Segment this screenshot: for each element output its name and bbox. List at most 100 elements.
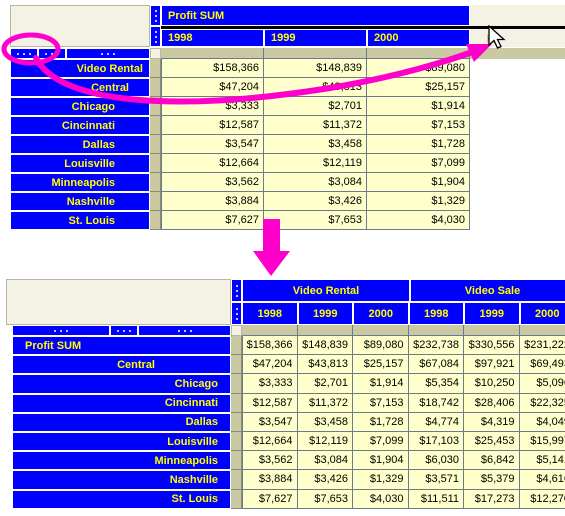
after-data-cell[interactable]: $7,153: [353, 393, 409, 413]
before-row-handle-segment-3[interactable]: [66, 48, 150, 59]
after-data-cell[interactable]: $1,329: [353, 470, 409, 490]
after-data-cell[interactable]: $11,511: [408, 489, 464, 509]
after-year-header-4[interactable]: 1999: [464, 302, 520, 325]
after-row-label-st-louis[interactable]: St. Louis: [12, 489, 231, 509]
before-row-label-dallas[interactable]: Dallas: [10, 135, 150, 154]
before-data-cell[interactable]: $1,728: [367, 135, 470, 154]
before-row-label-cincinnati[interactable]: Cincinnati: [10, 116, 150, 135]
after-row-label-nashville[interactable]: Nashville: [12, 470, 231, 490]
after-data-cell[interactable]: $6,842: [464, 451, 520, 471]
before-data-cell[interactable]: $11,372: [264, 116, 367, 135]
after-data-cell[interactable]: $4,774: [408, 412, 464, 432]
after-data-cell[interactable]: $3,562: [242, 451, 298, 471]
after-data-cell[interactable]: $232,738: [408, 336, 464, 356]
after-data-cell[interactable]: $3,333: [242, 374, 298, 394]
before-year-row-handle[interactable]: [150, 26, 161, 47]
after-row-label-dallas[interactable]: Dallas: [12, 412, 231, 432]
after-data-cell[interactable]: $7,653: [297, 489, 353, 509]
after-row-label-chicago[interactable]: Chicago: [12, 374, 231, 394]
before-measure-row-handle[interactable]: [150, 5, 161, 26]
before-data-cell[interactable]: $43,813: [264, 78, 367, 97]
after-data-cell[interactable]: $5,379: [464, 470, 520, 490]
after-data-cell[interactable]: $28,406: [464, 393, 520, 413]
after-data-cell[interactable]: $11,372: [297, 393, 353, 413]
before-row-label-central[interactable]: Central: [10, 78, 150, 97]
after-data-cell[interactable]: $18,742: [408, 393, 464, 413]
after-row-label-central[interactable]: Central: [12, 355, 231, 375]
after-data-cell[interactable]: $12,270: [519, 489, 565, 509]
after-data-cell[interactable]: $67,084: [408, 355, 464, 375]
after-data-cell[interactable]: $3,547: [242, 412, 298, 432]
before-row-handle-segment-1[interactable]: [10, 48, 38, 59]
after-data-cell[interactable]: $69,493: [519, 355, 565, 375]
before-data-cell[interactable]: $7,653: [264, 211, 367, 230]
before-data-cell[interactable]: $148,839: [264, 59, 367, 78]
before-data-cell[interactable]: $3,547: [161, 135, 264, 154]
after-column-group-video-sale[interactable]: Video Sale: [410, 279, 565, 302]
after-data-cell[interactable]: $15,997: [519, 432, 565, 452]
before-data-cell[interactable]: $3,562: [161, 173, 264, 192]
after-data-cell[interactable]: $1,728: [353, 412, 409, 432]
before-pivot-table[interactable]: Profit SUM 1998 1999 2000 Video Rental $1…: [10, 5, 565, 240]
before-row-handle-segment-2[interactable]: [38, 48, 66, 59]
before-data-cell[interactable]: $12,664: [161, 154, 264, 173]
after-column-group-video-rental[interactable]: Video Rental: [242, 279, 410, 302]
after-data-cell[interactable]: $231,222: [519, 336, 565, 356]
before-year-header-1999[interactable]: 1999: [264, 29, 367, 47]
after-data-cell[interactable]: $4,319: [464, 412, 520, 432]
after-data-cell[interactable]: $1,904: [353, 451, 409, 471]
after-data-cell[interactable]: $97,921: [464, 355, 520, 375]
after-data-cell[interactable]: $43,813: [297, 355, 353, 375]
before-data-cell[interactable]: $158,366: [161, 59, 264, 78]
after-data-cell[interactable]: $47,204: [242, 355, 298, 375]
after-data-cell[interactable]: $4,030: [353, 489, 409, 509]
after-pivot-table[interactable]: Video Rental Video Sale 1998 1999 2000 1998…: [6, 279, 565, 516]
before-data-cell[interactable]: $3,426: [264, 192, 367, 211]
after-data-cell[interactable]: $25,453: [464, 432, 520, 452]
before-data-cell[interactable]: $3,084: [264, 173, 367, 192]
before-row-label-chicago[interactable]: Chicago: [10, 97, 150, 116]
before-data-cell[interactable]: $7,099: [367, 154, 470, 173]
after-data-cell[interactable]: $25,157: [353, 355, 409, 375]
after-data-cell[interactable]: $3,458: [297, 412, 353, 432]
before-data-cell[interactable]: $89,080: [367, 59, 470, 78]
before-data-cell[interactable]: $47,204: [161, 78, 264, 97]
after-data-cell[interactable]: $3,084: [297, 451, 353, 471]
before-data-cell[interactable]: $4,030: [367, 211, 470, 230]
after-year-header-0[interactable]: 1998: [242, 302, 298, 325]
after-data-cell[interactable]: $1,914: [353, 374, 409, 394]
after-row-handle-segment-2[interactable]: [110, 325, 138, 336]
before-year-header-2000[interactable]: 2000: [367, 29, 470, 47]
before-data-cell[interactable]: $3,458: [264, 135, 367, 154]
after-row-label-profit-sum[interactable]: Profit SUM: [12, 336, 231, 356]
before-data-cell[interactable]: $1,914: [367, 97, 470, 116]
after-data-cell[interactable]: $330,556: [464, 336, 520, 356]
before-data-cell[interactable]: $12,119: [264, 154, 367, 173]
before-measure-header[interactable]: Profit SUM: [161, 5, 470, 26]
after-data-cell[interactable]: $17,273: [464, 489, 520, 509]
before-data-cell[interactable]: $7,627: [161, 211, 264, 230]
after-row-label-louisville[interactable]: Louisville: [12, 432, 231, 452]
before-year-header-1998[interactable]: 1998: [161, 29, 264, 47]
after-data-cell[interactable]: $5,354: [408, 374, 464, 394]
after-year-row-handle[interactable]: [231, 302, 242, 325]
after-row-label-minneapolis[interactable]: Minneapolis: [12, 451, 231, 471]
after-year-header-2[interactable]: 2000: [353, 302, 409, 325]
after-data-cell[interactable]: $10,250: [464, 374, 520, 394]
after-data-cell[interactable]: $89,080: [353, 336, 409, 356]
after-year-header-1[interactable]: 1999: [297, 302, 353, 325]
before-row-label-video-rental[interactable]: Video Rental: [10, 59, 150, 78]
after-data-cell[interactable]: $5,141: [519, 451, 565, 471]
after-data-cell[interactable]: $7,099: [353, 432, 409, 452]
after-data-cell[interactable]: $4,049: [519, 412, 565, 432]
before-row-label-nashville[interactable]: Nashville: [10, 192, 150, 211]
before-row-label-minneapolis[interactable]: Minneapolis: [10, 173, 150, 192]
after-data-cell[interactable]: $17,103: [408, 432, 464, 452]
after-year-header-3[interactable]: 1998: [408, 302, 464, 325]
after-data-cell[interactable]: $3,426: [297, 470, 353, 490]
after-data-cell[interactable]: $3,571: [408, 470, 464, 490]
after-group-row-handle[interactable]: [231, 279, 242, 302]
before-data-cell[interactable]: $1,904: [367, 173, 470, 192]
after-year-header-5[interactable]: 2000: [519, 302, 565, 325]
after-data-cell[interactable]: $3,884: [242, 470, 298, 490]
